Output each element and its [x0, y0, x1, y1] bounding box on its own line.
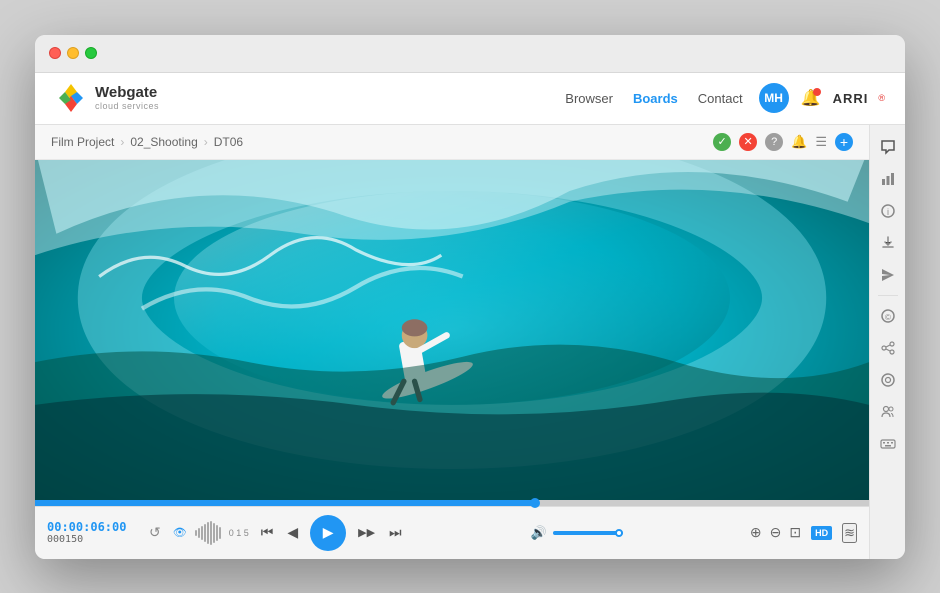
skip-to-start-button[interactable]: ⏮: [259, 522, 276, 543]
scope-button[interactable]: ≋: [842, 523, 857, 543]
app-window: Webgate cloud services Browser Boards Co…: [35, 35, 905, 559]
right-sidebar: i ©: [869, 125, 905, 559]
logo: Webgate cloud services: [55, 82, 159, 114]
sidebar-info-icon[interactable]: i: [874, 197, 902, 225]
sidebar-chart-icon[interactable]: [874, 165, 902, 193]
breadcrumb-actions: ✓ ✕ ? 🔔 ☰ +: [713, 133, 853, 151]
timecode-display: 00:00:06:00: [47, 520, 137, 534]
avatar[interactable]: MH: [759, 83, 789, 113]
play-button[interactable]: ▶: [310, 515, 346, 551]
sidebar-divider: [878, 295, 898, 296]
logo-subtitle: cloud services: [95, 101, 159, 111]
waveform-bars: [195, 521, 221, 545]
waveform-bar: [210, 521, 212, 545]
zoom-controls: ⊕ ⊖ ⊡: [750, 524, 801, 541]
arri-logo: ARRI: [833, 91, 869, 106]
waveform-bar: [213, 523, 215, 543]
volume-icon: 🔊: [531, 525, 547, 541]
breadcrumb: Film Project › 02_Shooting › DT06 ✓ ✕ ? …: [35, 125, 869, 160]
waveform-bar: [198, 528, 200, 538]
waveform-bar: [195, 530, 197, 536]
zoom-out-button[interactable]: ⊖: [770, 524, 782, 541]
content-area: Film Project › 02_Shooting › DT06 ✓ ✕ ? …: [35, 125, 905, 559]
nav-contact[interactable]: Contact: [698, 91, 743, 106]
check-icon[interactable]: ✓: [713, 133, 731, 151]
hd-badge: HD: [811, 526, 832, 540]
waveform-bar: [201, 526, 203, 540]
sidebar-send-icon[interactable]: [874, 261, 902, 289]
waveform-bar: [204, 524, 206, 542]
sidebar-support-icon[interactable]: [874, 366, 902, 394]
svg-text:i: i: [887, 207, 889, 217]
alert-icon[interactable]: 🔔: [791, 134, 807, 150]
breadcrumb-dt06: DT06: [214, 135, 243, 149]
fit-screen-button[interactable]: ⊡: [789, 524, 801, 541]
main-panel: Film Project › 02_Shooting › DT06 ✓ ✕ ? …: [35, 125, 869, 559]
skip-to-end-button[interactable]: ⏭: [387, 522, 404, 543]
breadcrumb-film-project: Film Project: [51, 135, 114, 149]
step-forward-button[interactable]: ▶▶: [356, 524, 377, 541]
add-button[interactable]: +: [835, 133, 853, 151]
waveform-area: 👁 0 1 5: [173, 521, 249, 545]
loop-button[interactable]: ↺: [147, 522, 163, 543]
breadcrumb-sep-2: ›: [204, 135, 208, 149]
video-player[interactable]: [35, 160, 869, 500]
nav-browser[interactable]: Browser: [565, 91, 613, 106]
video-frame: [35, 160, 869, 500]
navbar: Webgate cloud services Browser Boards Co…: [35, 73, 905, 125]
minimize-button[interactable]: [67, 47, 79, 59]
eye-icon: 👁: [173, 526, 187, 539]
sidebar-download-icon[interactable]: [874, 229, 902, 257]
svg-text:©: ©: [885, 313, 891, 322]
speed-label: 0 1 5: [229, 528, 249, 538]
waveform-bar: [219, 527, 221, 539]
logo-icon: [55, 82, 87, 114]
notif-dot: [813, 88, 821, 96]
reject-icon[interactable]: ✕: [739, 133, 757, 151]
close-button[interactable]: [49, 47, 61, 59]
timecode: 00:00:06:00 000150: [47, 520, 137, 545]
arri-trademark: ®: [878, 93, 885, 103]
zoom-in-button[interactable]: ⊕: [750, 524, 762, 541]
list-icon[interactable]: ☰: [815, 134, 827, 150]
step-back-button[interactable]: ◀: [285, 522, 300, 543]
waveform-bar: [216, 525, 218, 541]
nav-actions: MH 🔔 ARRI ®: [759, 83, 885, 113]
player-controls: 00:00:06:00 000150 ↺ 👁: [35, 506, 869, 559]
traffic-lights: [49, 47, 97, 59]
sidebar-share-icon[interactable]: [874, 334, 902, 362]
nav-links: Browser Boards Contact: [565, 91, 742, 106]
logo-text: Webgate cloud services: [95, 85, 159, 112]
nav-boards[interactable]: Boards: [633, 91, 678, 106]
volume-slider[interactable]: [553, 531, 623, 535]
sidebar-keyboard-icon[interactable]: [874, 430, 902, 458]
frame-number: 000150: [47, 534, 137, 545]
sidebar-copyright-icon[interactable]: ©: [874, 302, 902, 330]
waveform-bar: [207, 522, 209, 544]
logo-name: Webgate: [95, 85, 159, 102]
sidebar-comments-icon[interactable]: [874, 133, 902, 161]
volume-thumb: [615, 529, 623, 537]
maximize-button[interactable]: [85, 47, 97, 59]
breadcrumb-sep-1: ›: [120, 135, 124, 149]
progress-fill: [35, 500, 535, 506]
notification-icon[interactable]: 🔔: [799, 86, 823, 110]
sidebar-users-icon[interactable]: [874, 398, 902, 426]
progress-bar[interactable]: [35, 500, 869, 506]
progress-thumb: [530, 498, 540, 508]
question-icon[interactable]: ?: [765, 133, 783, 151]
volume-section: 🔊: [531, 525, 623, 541]
video-content: [35, 160, 869, 500]
breadcrumb-02-shooting: 02_Shooting: [130, 135, 197, 149]
titlebar: [35, 35, 905, 73]
